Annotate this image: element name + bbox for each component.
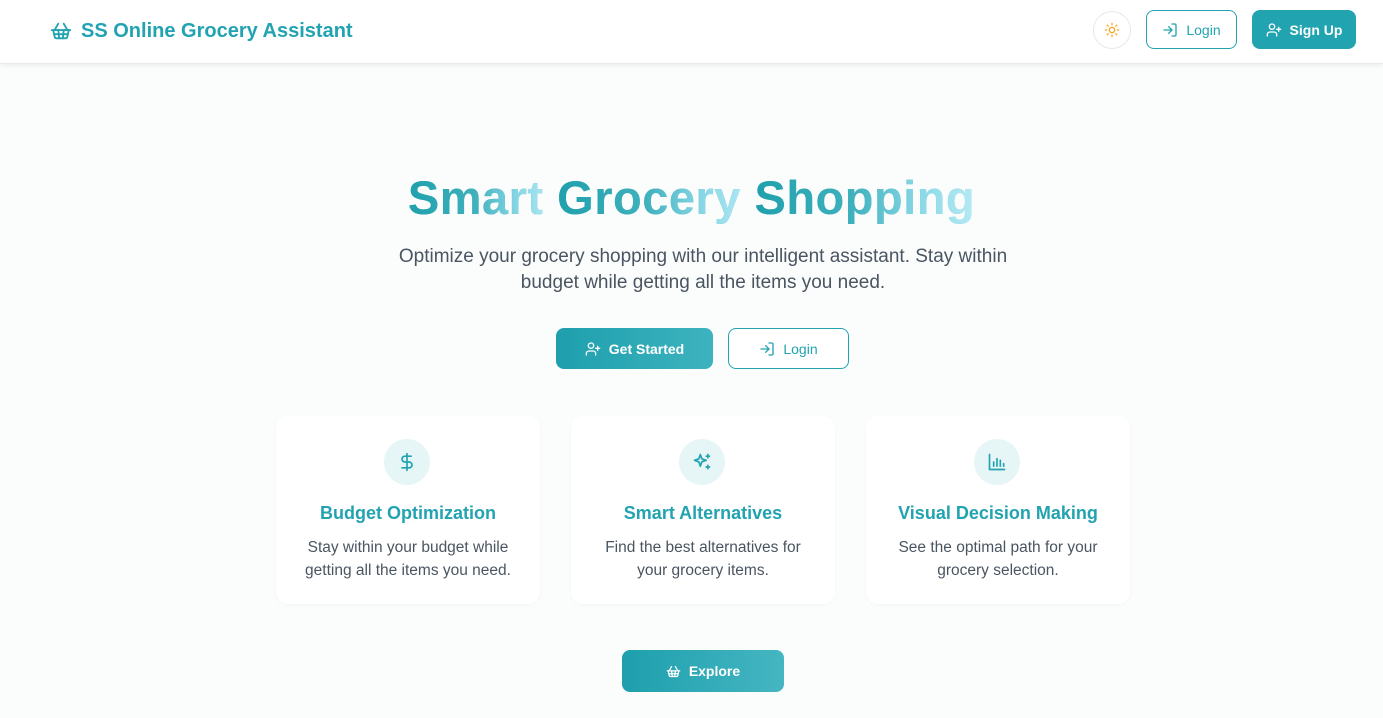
header-login-button[interactable]: Login: [1146, 10, 1237, 49]
user-plus-icon: [585, 341, 601, 356]
hero-title-part-1: Smart: [407, 171, 558, 224]
feature-description: Find the best alternatives for your groc…: [605, 539, 801, 579]
get-started-label: Get Started: [608, 340, 685, 357]
brand-logo[interactable]: SS Online Grocery Assistant: [50, 17, 353, 45]
feature-title: Visual Decision Making: [898, 503, 1098, 523]
bar-chart-icon: [988, 453, 1006, 471]
explore-button[interactable]: Explore: [622, 650, 784, 692]
dollar-icon: [401, 452, 413, 472]
hero-title-part-2: Grocery: [557, 171, 755, 224]
feature-description: See the optimal path for your grocery se…: [898, 539, 1098, 579]
user-plus-icon: [1266, 22, 1281, 37]
get-started-button[interactable]: Get Started: [556, 328, 713, 369]
theme-toggle-button[interactable]: [1093, 11, 1131, 49]
basket-icon: [50, 22, 72, 40]
basket-icon: [666, 665, 681, 677]
navbar: SS Online Grocery Assistant Login Sign U…: [0, 0, 1383, 64]
login-icon: [1163, 22, 1178, 37]
hero-title-part-3: Shopping: [754, 171, 976, 224]
hero-login-button[interactable]: Login: [728, 328, 849, 369]
hero-subtitle: Optimize your grocery shopping with our …: [398, 246, 1008, 293]
header-login-label: Login: [1186, 21, 1221, 38]
explore-label: Explore: [688, 663, 741, 679]
login-icon: [760, 341, 775, 356]
feature-title: Budget Optimization: [320, 503, 496, 523]
feature-card-alternatives: Smart Alternatives Find the best alterna…: [571, 416, 835, 604]
feature-card-visual: Visual Decision Making See the optimal p…: [866, 416, 1130, 604]
sparkles-icon: [693, 453, 711, 470]
sun-icon: [1104, 22, 1120, 38]
header-signup-label: Sign Up: [1289, 21, 1343, 38]
header-signup-button[interactable]: Sign Up: [1252, 10, 1356, 49]
feature-icon-wrap: [974, 439, 1020, 485]
feature-title: Smart Alternatives: [623, 503, 783, 523]
feature-icon-wrap: [384, 439, 430, 485]
brand-name: SS Online Grocery Assistant: [81, 19, 353, 42]
feature-description: Stay within your budget while getting al…: [305, 539, 511, 579]
feature-icon-wrap: [679, 439, 725, 485]
feature-card-budget: Budget Optimization Stay within your bud…: [276, 416, 540, 604]
hero-title: Smart Grocery Shopping: [0, 170, 1383, 225]
hero-login-label: Login: [783, 340, 818, 357]
